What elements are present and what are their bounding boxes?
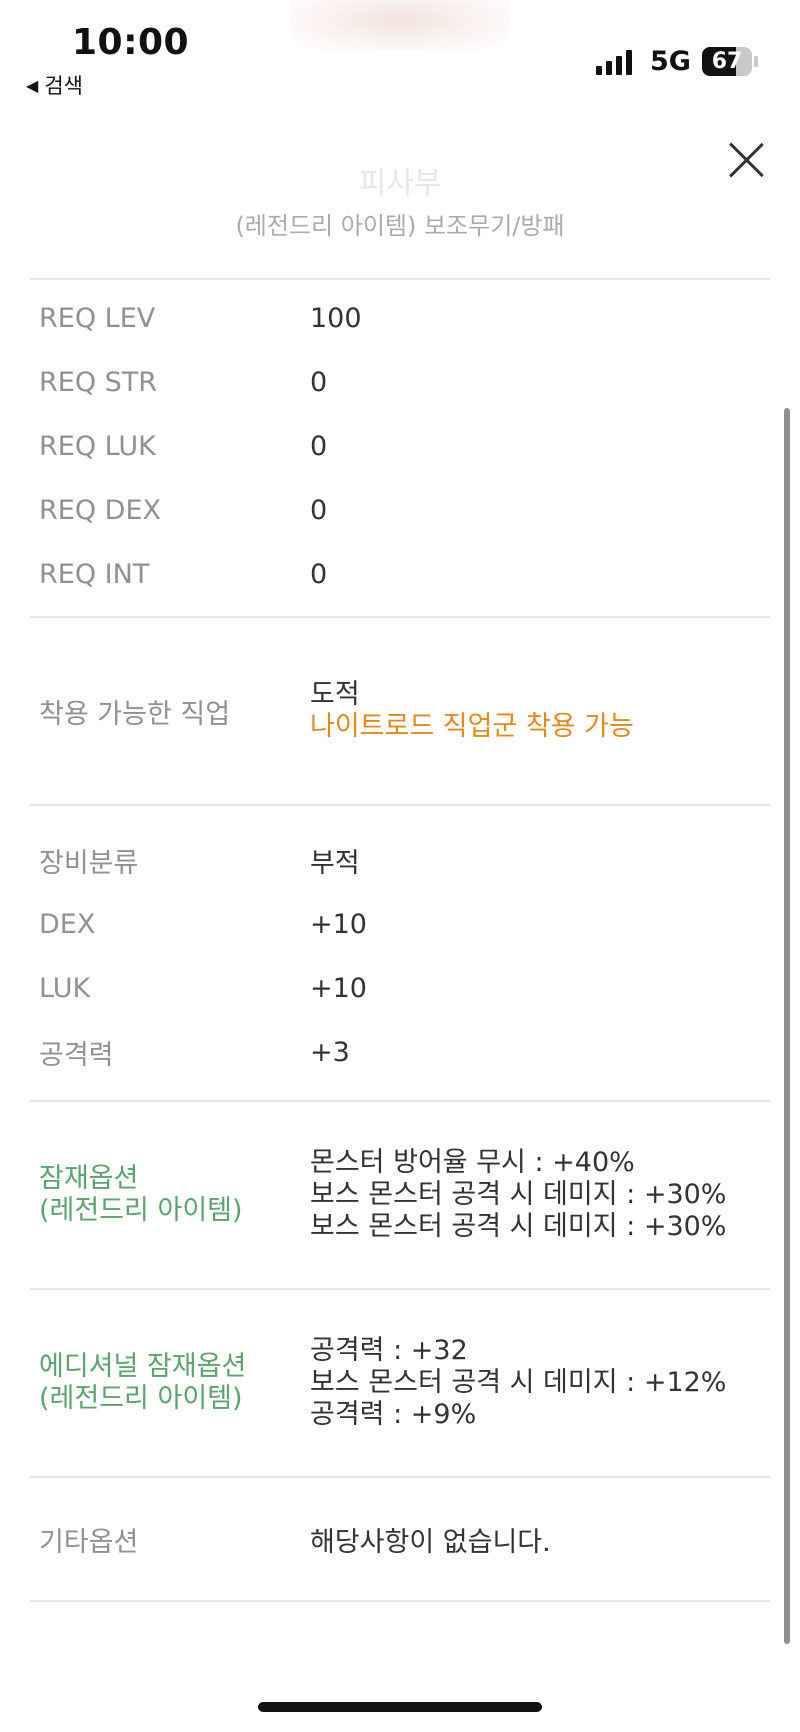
stat-value: +3	[310, 1036, 350, 1068]
req-row-level: REQ LEV 100	[30, 286, 770, 350]
network-type: 5G	[650, 46, 691, 77]
req-value: 0	[310, 558, 328, 590]
potential-label-title: 잠재옵션	[39, 1163, 139, 1194]
back-label: 검색	[44, 74, 83, 98]
req-value: 0	[310, 494, 328, 526]
job-name: 도적	[310, 679, 360, 710]
status-bar: 10:00 ◀ 검색 5G 67	[0, 0, 800, 110]
stat-row-type: 장비분류 부적	[30, 828, 770, 892]
signal-icon	[596, 49, 632, 75]
jobs-label: 착용 가능한 직업	[39, 698, 231, 730]
additional-potential-label-title: 에디셔널 잠재옵션	[39, 1351, 247, 1382]
req-row-dex: REQ DEX 0	[30, 478, 770, 542]
stat-row-attack: 공격력 +3	[30, 1020, 770, 1084]
req-label: REQ STR	[39, 366, 158, 398]
req-label: REQ INT	[39, 558, 150, 590]
stat-label: 공격력	[39, 1039, 114, 1071]
stat-value: +10	[310, 908, 367, 940]
stat-row-dex: DEX +10	[30, 892, 770, 956]
battery-cap	[754, 56, 758, 67]
back-to-search-link[interactable]: ◀ 검색	[26, 70, 83, 100]
req-row-luk: REQ LUK 0	[30, 414, 770, 478]
potential-line: 보스 몬스터 공격 시 데미지 : +30%	[310, 1179, 727, 1210]
item-detail-content: REQ LEV 100 REQ STR 0 REQ LUK 0 REQ DEX …	[30, 278, 770, 1602]
additional-potential-lines: 공격력 : +32 보스 몬스터 공격 시 데미지 : +12% 공격력 : +…	[310, 1335, 770, 1431]
req-value: 0	[310, 430, 328, 462]
req-label: REQ DEX	[39, 494, 162, 526]
battery-level: 67	[711, 49, 743, 74]
other-options-section: 기타옵션 해당사항이 없습니다.	[30, 1478, 770, 1600]
potential-lines: 몬스터 방어율 무시 : +40% 보스 몬스터 공격 시 데미지 : +30%…	[310, 1147, 770, 1243]
stat-label: LUK	[39, 972, 91, 1004]
potential-line: 몬스터 방어율 무시 : +40%	[310, 1147, 635, 1178]
jobs-section: 착용 가능한 직업 도적 나이트로드 직업군 착용 가능	[30, 618, 770, 804]
req-row-str: REQ STR 0	[30, 350, 770, 414]
other-options-label: 기타옵션	[39, 1526, 139, 1558]
stat-label: DEX	[39, 908, 96, 940]
home-indicator[interactable]	[258, 1702, 542, 1712]
additional-potential-section: 에디셔널 잠재옵션 (레전드리 아이템) 공격력 : +32 보스 몬스터 공격…	[30, 1290, 770, 1476]
battery-icon: 67	[702, 47, 752, 76]
additional-potential-line: 공격력 : +9%	[310, 1399, 477, 1430]
item-name: 피사부	[358, 166, 442, 201]
req-value: 0	[310, 366, 328, 398]
additional-potential-label-grade: (레전드리 아이템)	[39, 1383, 243, 1414]
additional-potential-line: 보스 몬스터 공격 시 데미지 : +12%	[310, 1367, 727, 1398]
req-row-int: REQ INT 0	[30, 542, 770, 606]
back-triangle-icon: ◀	[26, 75, 39, 95]
potential-line: 보스 몬스터 공격 시 데미지 : +30%	[310, 1211, 727, 1242]
req-label: REQ LUK	[39, 430, 156, 462]
stat-label: 장비분류	[39, 847, 139, 879]
stats-section: 장비분류 부적 DEX +10 LUK +10 공격력 +3	[30, 806, 770, 1100]
stat-value: 부적	[310, 847, 360, 879]
requirements-section: REQ LEV 100 REQ STR 0 REQ LUK 0 REQ DEX …	[30, 280, 770, 616]
job-note: 나이트로드 직업군 착용 가능	[310, 711, 634, 742]
potential-section: 잠재옵션 (레전드리 아이템) 몬스터 방어율 무시 : +40% 보스 몬스터…	[30, 1102, 770, 1288]
status-time: 10:00	[72, 22, 190, 63]
other-options-value: 해당사항이 없습니다.	[310, 1526, 551, 1558]
scrollbar[interactable]	[784, 408, 790, 1644]
stat-row-luk: LUK +10	[30, 956, 770, 1020]
req-label: REQ LEV	[39, 302, 156, 334]
potential-label-grade: (레전드리 아이템)	[39, 1195, 243, 1226]
stat-value: +10	[310, 972, 367, 1004]
additional-potential-label: 에디셔널 잠재옵션 (레전드리 아이템)	[30, 1351, 310, 1415]
additional-potential-line: 공격력 : +32	[310, 1335, 468, 1366]
divider	[30, 1600, 770, 1602]
potential-label: 잠재옵션 (레전드리 아이템)	[30, 1163, 310, 1227]
req-value: 100	[310, 302, 362, 334]
item-category: (레전드리 아이템) 보조무기/방패	[235, 212, 565, 240]
